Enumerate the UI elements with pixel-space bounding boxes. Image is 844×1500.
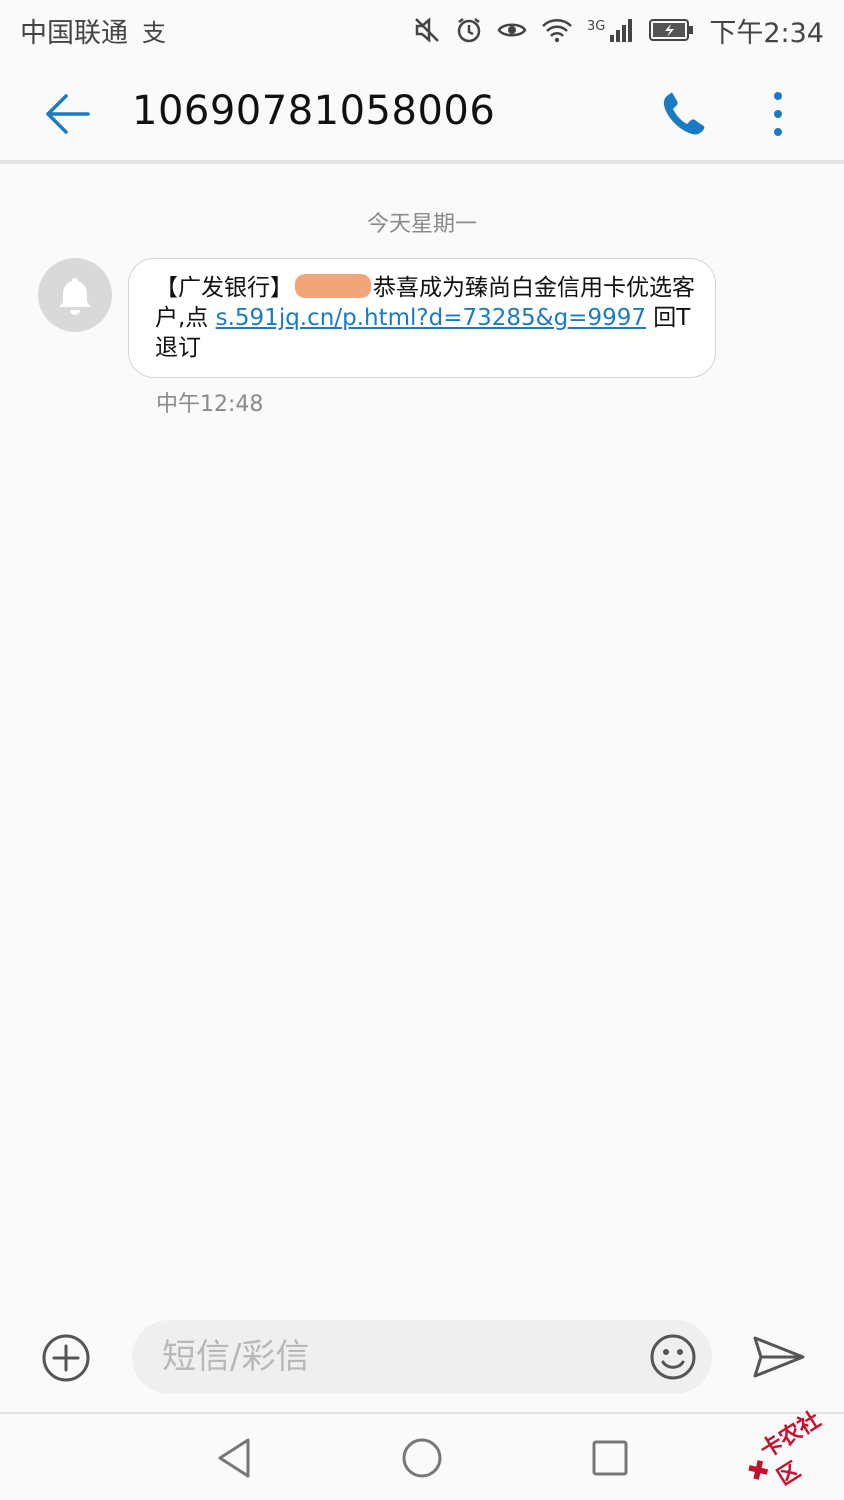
nav-back-icon[interactable] [214, 1436, 254, 1480]
message-text-prefix: 【广发银行】 [155, 275, 293, 301]
message-input[interactable] [160, 1336, 632, 1378]
carrier-badge: 支 [142, 18, 166, 47]
message-link[interactable]: s.591jq.cn/p.html?d=73285&g=9997 [216, 305, 646, 331]
wifi-icon [542, 19, 572, 43]
status-time: 下午2:34 [709, 17, 824, 49]
bell-icon [59, 278, 91, 315]
network-type: 3G [587, 18, 606, 34]
message-bubble[interactable]: 【广发银行】 恭喜成为臻尚白金信用卡优选客户,点 s.591jq.cn/p.htm… [128, 258, 716, 378]
carrier-name: 中国联通 [20, 17, 128, 49]
status-right: 3G 下午2:34 [413, 11, 824, 50]
message-timestamp: 中午12:48 [156, 392, 264, 417]
phone-icon[interactable] [658, 90, 710, 138]
status-bar: 中国联通 支 3G 下午2:34 [0, 0, 844, 60]
messaging-screen: 中国联通 支 3G 下午2:34 10690781058006 今天星期一 【广… [0, 0, 844, 1500]
more-vert-icon[interactable] [764, 90, 792, 138]
eye-comfort-icon [497, 23, 527, 37]
battery-icon [649, 19, 694, 41]
nav-home-icon[interactable] [400, 1436, 444, 1480]
emoji-icon[interactable] [648, 1332, 698, 1382]
message-input-container [132, 1320, 712, 1394]
date-separator: 今天星期一 [366, 212, 477, 237]
signal-icon [610, 19, 633, 42]
add-circle-icon[interactable] [40, 1332, 92, 1384]
mute-icon [415, 17, 439, 43]
sender-avatar[interactable] [38, 258, 112, 332]
alarm-icon [457, 18, 481, 43]
redaction-mark [295, 274, 371, 298]
nav-recent-icon[interactable] [590, 1438, 630, 1478]
navigation-bar [0, 1412, 844, 1500]
back-arrow-icon[interactable] [40, 88, 92, 140]
send-icon[interactable] [752, 1334, 806, 1380]
status-left: 中国联通 支 [20, 11, 166, 50]
conversation-title: 10690781058006 [132, 88, 496, 134]
app-bar: 10690781058006 [0, 60, 844, 164]
